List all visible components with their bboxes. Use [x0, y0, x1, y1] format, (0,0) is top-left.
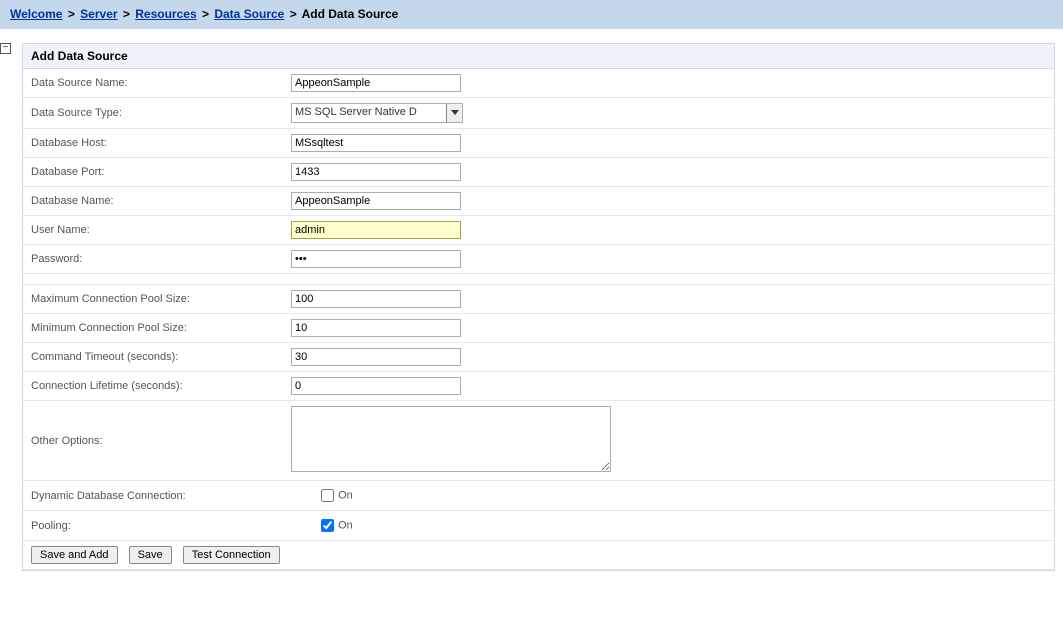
breadcrumb: Welcome > Server > Resources > Data Sour…	[0, 0, 1063, 29]
collapse-icon[interactable]: −	[0, 43, 11, 54]
breadcrumb-sep: >	[66, 7, 77, 21]
breadcrumb-link-welcome[interactable]: Welcome	[10, 7, 62, 21]
breadcrumb-link-resources[interactable]: Resources	[135, 7, 196, 21]
dynamic-conn-checkbox[interactable]	[321, 489, 334, 502]
test-connection-button[interactable]: Test Connection	[183, 546, 280, 564]
conn-lifetime-input[interactable]	[291, 377, 461, 395]
database-host-input[interactable]	[291, 134, 461, 152]
form-table: Data Source Name: Data Source Type: MS S…	[23, 69, 1054, 570]
other-options-textarea[interactable]	[291, 406, 611, 472]
database-name-input[interactable]	[291, 192, 461, 210]
label-data-source-type: Data Source Type:	[23, 98, 283, 129]
breadcrumb-sep: >	[288, 7, 299, 21]
breadcrumb-current: Add Data Source	[302, 7, 399, 21]
label-other-options: Other Options:	[23, 401, 283, 481]
label-max-pool: Maximum Connection Pool Size:	[23, 285, 283, 314]
data-source-type-select[interactable]: MS SQL Server Native D	[291, 103, 463, 123]
pooling-checkbox[interactable]	[321, 519, 334, 532]
label-data-source-name: Data Source Name:	[23, 69, 283, 98]
data-source-name-input[interactable]	[291, 74, 461, 92]
min-pool-input[interactable]	[291, 319, 461, 337]
save-and-add-button[interactable]: Save and Add	[31, 546, 118, 564]
label-min-pool: Minimum Connection Pool Size:	[23, 314, 283, 343]
label-cmd-timeout: Command Timeout (seconds):	[23, 343, 283, 372]
breadcrumb-link-server[interactable]: Server	[80, 7, 117, 21]
label-user-name: User Name:	[23, 216, 283, 245]
form-panel: Add Data Source Data Source Name: Data S…	[22, 43, 1055, 571]
save-button[interactable]: Save	[129, 546, 172, 564]
data-source-type-value: MS SQL Server Native D	[292, 104, 446, 122]
label-pooling: Pooling:	[23, 511, 283, 541]
breadcrumb-link-datasource[interactable]: Data Source	[214, 7, 284, 21]
panel-title: Add Data Source	[23, 44, 1054, 69]
dynamic-conn-checkbox-label: On	[338, 490, 353, 502]
label-database-port: Database Port:	[23, 158, 283, 187]
password-input[interactable]	[291, 250, 461, 268]
max-pool-input[interactable]	[291, 290, 461, 308]
breadcrumb-sep: >	[200, 7, 211, 21]
label-database-host: Database Host:	[23, 129, 283, 158]
label-conn-lifetime: Connection Lifetime (seconds):	[23, 372, 283, 401]
chevron-down-icon[interactable]	[446, 104, 462, 122]
database-port-input[interactable]	[291, 163, 461, 181]
cmd-timeout-input[interactable]	[291, 348, 461, 366]
label-database-name: Database Name:	[23, 187, 283, 216]
user-name-input[interactable]	[291, 221, 461, 239]
label-dynamic-conn: Dynamic Database Connection:	[23, 481, 283, 511]
breadcrumb-sep: >	[121, 7, 132, 21]
pooling-checkbox-label: On	[338, 520, 353, 532]
label-password: Password:	[23, 245, 283, 274]
